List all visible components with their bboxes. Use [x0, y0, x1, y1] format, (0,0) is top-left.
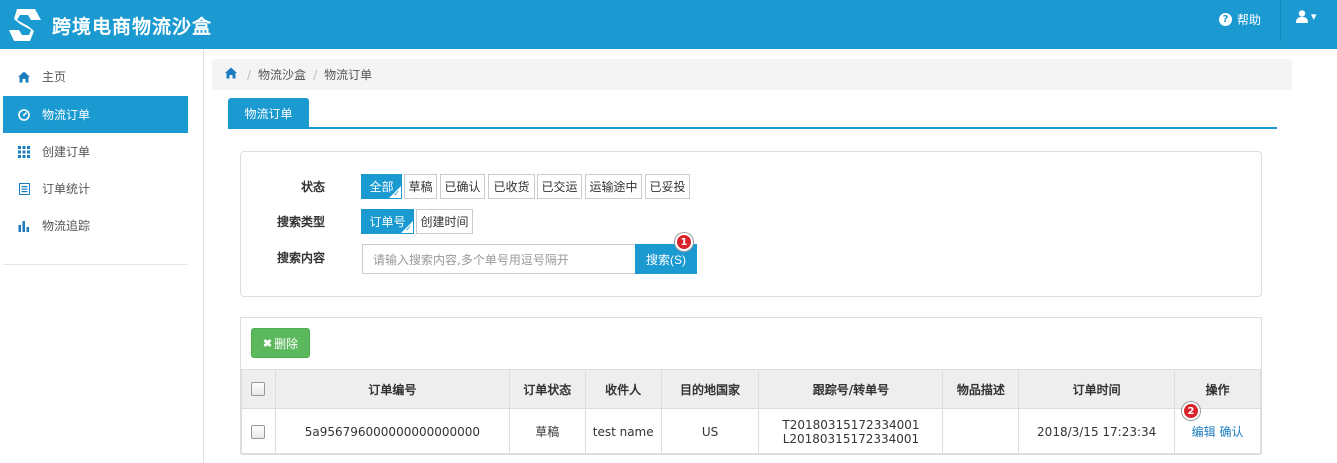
status-label: 状态 [300, 180, 325, 194]
confirm-link[interactable]: 确认 [1219, 425, 1243, 439]
grid-icon [18, 145, 30, 158]
search-type-order-no[interactable]: 订单号 ✓ [361, 209, 414, 234]
sidebar-item-order-stats[interactable]: 订单统计 [3, 170, 188, 207]
transfer-number: L20180315172334001 [782, 431, 920, 446]
description-cell [942, 408, 1020, 455]
column-header-country[interactable]: 目的地国家 [660, 369, 760, 409]
recipient-cell: test name [584, 408, 662, 455]
dashboard-icon [18, 108, 30, 121]
status-option-in-transit[interactable]: 运输途中 [585, 174, 642, 199]
delete-button[interactable]: ✖ 删除 [251, 328, 310, 358]
search-input[interactable]: 请输入搜索内容,多个单号用逗号隔开 [362, 244, 636, 274]
sidebar-item-tracking[interactable]: 物流追踪 [3, 207, 188, 244]
list-icon [18, 182, 30, 195]
close-icon: ✖ [262, 337, 273, 350]
check-icon: ✓ [393, 189, 400, 198]
filter-panel: 状态 全部 ✓ 草稿 已确认 已收货 已交运 运输途中 已妥投 搜索类型 订单号… [240, 151, 1262, 297]
table-header-row: 订单编号 订单状态 收件人 目的地国家 跟踪号/转单号 物品描述 订单时间 操作 [241, 369, 1261, 409]
sidebar-item-logistics-orders[interactable]: 物流订单 [3, 96, 188, 133]
status-option-confirmed[interactable]: 已确认 [440, 174, 485, 199]
search-type-option-label: 订单号 [369, 215, 406, 229]
status-option-shipped[interactable]: 已交运 [537, 174, 582, 199]
breadcrumb-item-orders: 物流订单 [324, 68, 373, 82]
search-type-label: 搜索类型 [276, 215, 325, 229]
status-option-draft[interactable]: 草稿 [404, 174, 437, 199]
column-header-tracking[interactable]: 跟踪号/转单号 [758, 369, 944, 409]
sidebar: 主页 物流订单 创建订单 订单统计 物流追踪 [0, 49, 204, 463]
select-all-header [241, 369, 276, 409]
sidebar-item-label: 主页 [42, 70, 67, 84]
sidebar-item-label: 创建订单 [42, 145, 91, 159]
delete-button-label: 删除 [274, 336, 299, 351]
row-checkbox[interactable] [251, 424, 266, 439]
home-icon [18, 71, 30, 83]
tab-logistics-orders[interactable]: 物流订单 [228, 98, 309, 128]
search-type-created-time[interactable]: 创建时间 [416, 209, 473, 234]
logo-icon [9, 9, 41, 41]
chevron-down-icon: ▾ [1311, 10, 1317, 23]
select-all-checkbox[interactable] [251, 382, 266, 397]
question-circle-icon: ? [1219, 13, 1232, 26]
user-menu-toggle[interactable]: ▾ [1296, 10, 1317, 23]
sidebar-item-label: 物流追踪 [42, 219, 91, 233]
breadcrumb: / 物流沙盒 / 物流订单 [212, 59, 1292, 90]
search-content-label: 搜索内容 [276, 251, 325, 265]
breadcrumb-item-sandbox[interactable]: 物流沙盒 [258, 66, 306, 83]
navbar-divider [1280, 0, 1281, 41]
order-no-cell: 5a956796000000000000000 [274, 408, 510, 455]
column-header-recipient[interactable]: 收件人 [584, 369, 662, 409]
user-icon [1296, 10, 1308, 23]
help-label: 帮助 [1237, 13, 1262, 27]
column-header-status[interactable]: 订单状态 [508, 369, 586, 409]
time-cell: 2018/3/15 17:23:34 [1018, 408, 1176, 455]
column-header-description[interactable]: 物品描述 [942, 369, 1020, 409]
status-option-label: 全部 [369, 180, 394, 194]
check-icon: ✓ [405, 224, 412, 233]
annotation-marker-1: 1 [675, 233, 693, 251]
app-title: 跨境电商物流沙盒 [52, 16, 213, 38]
sidebar-item-home[interactable]: 主页 [3, 58, 188, 95]
status-option-all[interactable]: 全部 ✓ [361, 174, 402, 199]
help-link[interactable]: ? 帮助 [1219, 11, 1261, 28]
column-header-time[interactable]: 订单时间 [1018, 369, 1176, 409]
home-icon[interactable] [225, 67, 237, 82]
tab-underline [228, 127, 1277, 129]
top-navbar: 跨境电商物流沙盒 ? 帮助 ▾ [0, 0, 1337, 49]
status-cell: 草稿 [508, 408, 586, 455]
status-option-delivered[interactable]: 已妥投 [645, 174, 690, 199]
status-option-received[interactable]: 已收货 [488, 174, 535, 199]
sidebar-item-create-order[interactable]: 创建订单 [3, 133, 188, 170]
country-cell: US [660, 408, 760, 455]
orders-panel: ✖ 删除 订单编号 订单状态 收件人 目的地国家 跟踪号/转单号 物品描述 订单… [240, 317, 1262, 455]
edit-link[interactable]: 编辑 [1192, 425, 1216, 439]
table-row: 5a956796000000000000000 草稿 test name US … [241, 408, 1261, 455]
tracking-number: T20180315172334001 [782, 417, 920, 432]
column-header-order-no[interactable]: 订单编号 [274, 369, 510, 409]
row-select-cell [241, 408, 276, 455]
bar-chart-icon [18, 220, 30, 232]
breadcrumb-separator: / [247, 67, 252, 82]
breadcrumb-separator: / [313, 67, 318, 82]
annotation-marker-2: 2 [1182, 402, 1200, 420]
sidebar-item-label: 订单统计 [42, 182, 91, 196]
sidebar-divider [3, 264, 188, 265]
tracking-cell: T20180315172334001 L20180315172334001 [758, 408, 944, 455]
orders-table: 订单编号 订单状态 收件人 目的地国家 跟踪号/转单号 物品描述 订单时间 操作… [241, 369, 1261, 455]
sidebar-item-label: 物流订单 [42, 108, 91, 122]
